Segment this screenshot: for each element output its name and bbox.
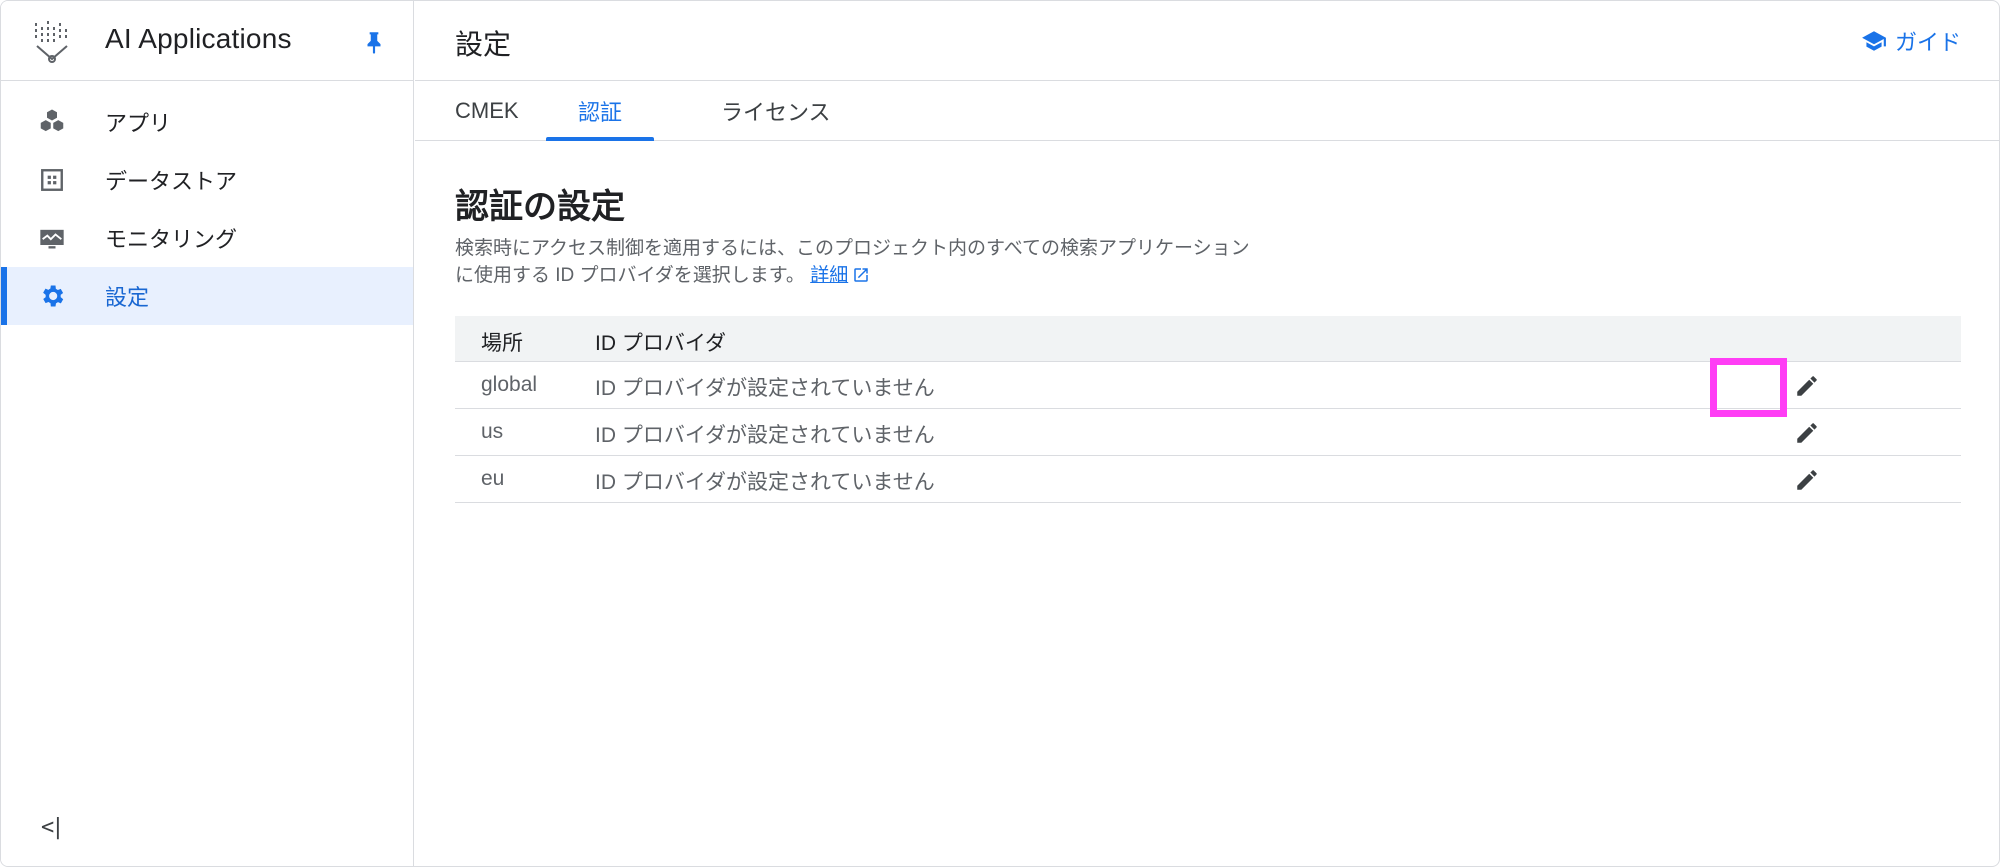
page-header: 設定 ガイド xyxy=(415,1,1999,81)
auth-settings-table: 場所 ID プロバイダ global ID プロバイダが設定されていません us… xyxy=(455,316,1961,503)
description-text: に使用する ID プロバイダを選択します。 xyxy=(455,265,805,286)
sidebar-item-datastore[interactable]: データストア xyxy=(1,151,413,209)
description-line-2: に使用する ID プロバイダを選択します。 詳細 xyxy=(455,262,1355,289)
location-cell: eu xyxy=(481,467,505,490)
sidebar-nav: アプリ データストア モニタリング 設定 xyxy=(1,93,413,325)
open-in-new-icon[interactable] xyxy=(852,266,870,284)
collapse-sidebar-button[interactable]: <| xyxy=(41,815,64,840)
table-row: global ID プロバイダが設定されていません xyxy=(455,362,1961,409)
sidebar-item-label: データストア xyxy=(105,169,238,194)
tab-cmek[interactable]: CMEK xyxy=(423,81,551,140)
column-header-idp: ID プロバイダ xyxy=(595,332,726,355)
pin-icon[interactable] xyxy=(361,29,387,55)
sidebar-item-monitoring[interactable]: モニタリング xyxy=(1,209,413,267)
idp-cell: ID プロバイダが設定されていません xyxy=(595,471,935,494)
edit-button[interactable] xyxy=(1777,414,1837,452)
description-line-1: 検索時にアクセス制御を適用するには、このプロジェクト内のすべての検索アプリケーシ… xyxy=(455,238,1250,259)
tab-bar: CMEK 認証 ライセンス xyxy=(415,81,1999,141)
learn-more-link[interactable]: 詳細 xyxy=(810,265,848,286)
main-content: 設定 ガイド CMEK 認証 ライセンス 認証の設定 検索時にアクセス制御を適用… xyxy=(415,1,1999,866)
edit-button[interactable] xyxy=(1777,367,1837,405)
ai-applications-logo-icon xyxy=(35,21,68,63)
location-cell: global xyxy=(481,373,538,396)
table-header: 場所 ID プロバイダ xyxy=(455,316,1961,362)
learn-more-label: 詳細 xyxy=(810,265,849,286)
monitoring-icon xyxy=(37,223,67,253)
edit-button[interactable] xyxy=(1777,461,1837,499)
guide-label: ガイド xyxy=(1894,30,1961,55)
app-window: AI Applications アプリ データストア モニタリング 設定 <| … xyxy=(0,0,2000,867)
pencil-icon xyxy=(1797,376,1817,396)
idp-cell: ID プロバイダが設定されていません xyxy=(595,377,935,400)
section-description: 検索時にアクセス制御を適用するには、このプロジェクト内のすべての検索アプリケーシ… xyxy=(455,235,1355,289)
sidebar: AI Applications アプリ データストア モニタリング 設定 <| xyxy=(1,1,414,866)
column-header-location: 場所 xyxy=(481,332,523,355)
datastore-icon xyxy=(37,165,67,195)
sidebar-item-label: 設定 xyxy=(105,285,150,310)
app-title: AI Applications xyxy=(105,23,292,54)
gear-icon xyxy=(37,281,67,311)
guide-button[interactable]: ガイド xyxy=(1861,25,1961,57)
cubes-icon xyxy=(37,107,67,137)
section-title: 認証の設定 xyxy=(455,188,625,226)
school-icon xyxy=(1862,31,1886,51)
idp-cell: ID プロバイダが設定されていません xyxy=(595,424,935,447)
table-row: eu ID プロバイダが設定されていません xyxy=(455,456,1961,503)
sidebar-item-label: アプリ xyxy=(105,111,172,136)
sidebar-header: AI Applications xyxy=(1,1,413,81)
pencil-icon xyxy=(1797,423,1817,443)
sidebar-item-label: モニタリング xyxy=(105,227,238,252)
tab-license[interactable]: ライセンス xyxy=(689,81,863,140)
location-cell: us xyxy=(481,420,504,443)
sidebar-item-apps[interactable]: アプリ xyxy=(1,93,413,151)
sidebar-item-settings[interactable]: 設定 xyxy=(1,267,413,325)
table-row: us ID プロバイダが設定されていません xyxy=(455,409,1961,456)
page-title: 設定 xyxy=(455,29,512,60)
pencil-icon xyxy=(1797,470,1817,490)
tab-auth[interactable]: 認証 xyxy=(546,81,655,141)
